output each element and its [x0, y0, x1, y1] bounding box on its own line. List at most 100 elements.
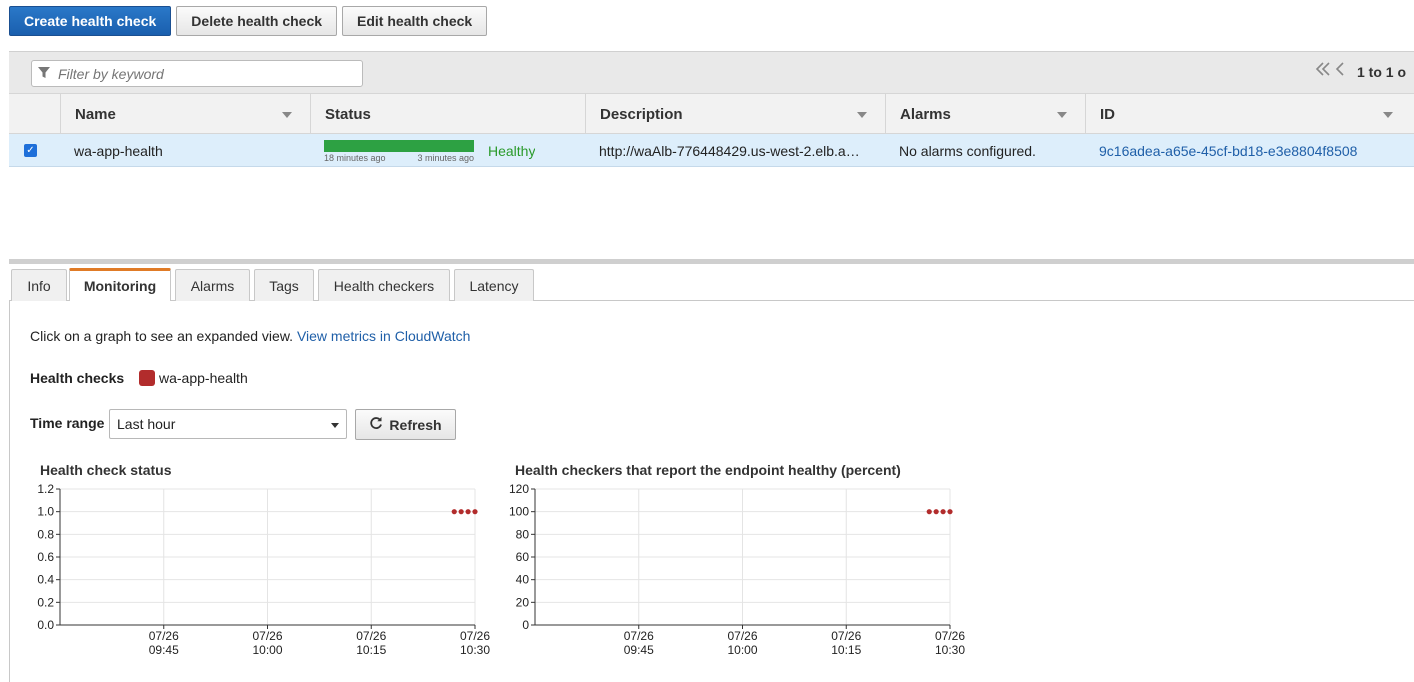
filter-input[interactable]: [56, 64, 346, 83]
table-header: Name Status Description Alarms ID: [9, 93, 1414, 134]
edit-health-check-button[interactable]: Edit health check: [342, 6, 488, 36]
row-description: http://waAlb-776448429.us-west-2.elb.a…: [599, 142, 860, 159]
data-point: [451, 509, 457, 515]
column-header-name[interactable]: Name: [60, 94, 310, 134]
y-tick-label: 0: [522, 618, 529, 632]
x-tick-label: 07/26: [149, 629, 179, 643]
filter-icon: [38, 66, 50, 82]
tab-monitoring[interactable]: Monitoring: [69, 268, 171, 301]
health-check-status-chart[interactable]: 0.00.20.40.60.81.01.207/2609:4507/2610:0…: [0, 480, 490, 670]
table-row[interactable]: ✓ wa-app-health 18 minutes ago 3 minutes…: [9, 134, 1414, 167]
column-header-id[interactable]: ID: [1085, 94, 1411, 134]
y-tick-label: 60: [516, 550, 530, 564]
x-tick-label: 07/26: [727, 629, 757, 643]
status-history-fill: [324, 140, 474, 152]
sort-caret-icon[interactable]: [282, 112, 292, 118]
filter-box[interactable]: [31, 60, 363, 87]
row-id-link[interactable]: 9c16adea-a65e-45cf-bd18-e3e8804f8508: [1099, 134, 1411, 167]
x-tick-label: 07/26: [624, 629, 654, 643]
x-tick-label: 07/26: [252, 629, 282, 643]
previous-page-icon[interactable]: [1335, 62, 1345, 81]
x-tick-label: 10:15: [831, 643, 861, 657]
chevron-down-icon: [331, 423, 339, 428]
hint-text: Click on a graph to see an expanded view…: [30, 328, 294, 344]
y-tick-label: 0.8: [37, 527, 54, 541]
panel-splitter[interactable]: [9, 259, 1414, 264]
legend-swatch[interactable]: [139, 370, 155, 386]
data-point: [933, 509, 939, 515]
grid-toolbar: 1 to 1 o: [9, 51, 1414, 93]
data-point: [465, 509, 471, 515]
y-tick-label: 0.0: [37, 618, 54, 632]
detail-tabs: Info Monitoring Alarms Tags Health check…: [9, 268, 1414, 301]
y-tick-label: 1.0: [37, 505, 54, 519]
data-point: [458, 509, 464, 515]
x-tick-label: 07/26: [831, 629, 861, 643]
refresh-button[interactable]: Refresh: [355, 409, 456, 440]
cloudwatch-link[interactable]: View metrics in CloudWatch: [297, 328, 471, 344]
y-tick-label: 40: [516, 573, 530, 587]
status-time-start: 18 minutes ago: [324, 153, 386, 163]
y-tick-label: 80: [516, 527, 530, 541]
sort-caret-icon[interactable]: [1383, 112, 1393, 118]
y-tick-label: 0.2: [37, 595, 54, 609]
column-header-status[interactable]: Status: [310, 94, 585, 134]
tab-latency[interactable]: Latency: [454, 269, 534, 301]
chart-title: Health checkers that report the endpoint…: [515, 462, 901, 478]
refresh-label: Refresh: [389, 416, 442, 433]
data-point: [940, 509, 946, 515]
first-page-icon[interactable]: [1315, 62, 1331, 81]
column-header-description[interactable]: Description: [585, 94, 885, 134]
x-tick-label: 10:15: [356, 643, 386, 657]
column-header-label: Alarms: [900, 105, 951, 123]
x-tick-label: 10:30: [935, 643, 965, 657]
sort-caret-icon[interactable]: [857, 112, 867, 118]
pagination-text: 1 to 1 o: [1357, 63, 1407, 80]
column-header-label: Name: [75, 105, 116, 123]
delete-health-check-button[interactable]: Delete health check: [176, 6, 338, 36]
row-checkbox[interactable]: ✓: [24, 144, 37, 157]
time-range-value: Last hour: [117, 416, 176, 432]
health-checks-label: Health checks: [30, 370, 125, 386]
monitoring-hint: Click on a graph to see an expanded view…: [30, 328, 470, 344]
column-header-label: ID: [1100, 105, 1115, 123]
data-point: [947, 509, 953, 515]
chart-title: Health check status: [40, 462, 172, 478]
select-column-header: [9, 94, 60, 134]
column-header-alarms[interactable]: Alarms: [885, 94, 1085, 134]
pagination: 1 to 1 o: [1315, 62, 1406, 81]
time-range-label: Time range: [30, 415, 105, 431]
y-tick-label: 0.6: [37, 550, 54, 564]
column-header-label: Status: [325, 105, 371, 123]
row-name: wa-app-health: [74, 142, 163, 159]
x-tick-label: 07/26: [356, 629, 386, 643]
data-point: [926, 509, 932, 515]
tab-alarms[interactable]: Alarms: [175, 269, 250, 301]
refresh-icon: [369, 416, 383, 433]
toolbar: Create health check Delete health check …: [9, 6, 488, 36]
x-tick-label: 09:45: [149, 643, 179, 657]
status-history-bar: 18 minutes ago 3 minutes ago: [324, 140, 474, 163]
x-tick-label: 10:00: [727, 643, 757, 657]
column-header-label: Description: [600, 105, 683, 123]
row-status: Healthy: [488, 142, 536, 159]
health-checkers-percent-chart[interactable]: 02040608010012007/2609:4507/2610:0007/26…: [475, 480, 965, 670]
legend-health-check-name: wa-app-health: [159, 370, 248, 386]
y-tick-label: 20: [516, 595, 530, 609]
create-health-check-button[interactable]: Create health check: [9, 6, 172, 36]
y-tick-label: 0.4: [37, 573, 54, 587]
x-tick-label: 10:00: [252, 643, 282, 657]
x-tick-label: 07/26: [935, 629, 965, 643]
tab-health-checkers[interactable]: Health checkers: [318, 269, 450, 301]
sort-caret-icon[interactable]: [1057, 112, 1067, 118]
y-tick-label: 120: [509, 482, 529, 496]
y-tick-label: 1.2: [37, 482, 54, 496]
tab-tags[interactable]: Tags: [254, 269, 314, 301]
y-tick-label: 100: [509, 505, 529, 519]
row-checkbox-cell: ✓: [24, 134, 37, 167]
tab-info[interactable]: Info: [11, 269, 67, 301]
x-tick-label: 09:45: [624, 643, 654, 657]
row-alarms: No alarms configured.: [899, 142, 1036, 159]
time-range-select[interactable]: Last hour: [109, 409, 347, 439]
status-time-end: 3 minutes ago: [417, 153, 474, 163]
